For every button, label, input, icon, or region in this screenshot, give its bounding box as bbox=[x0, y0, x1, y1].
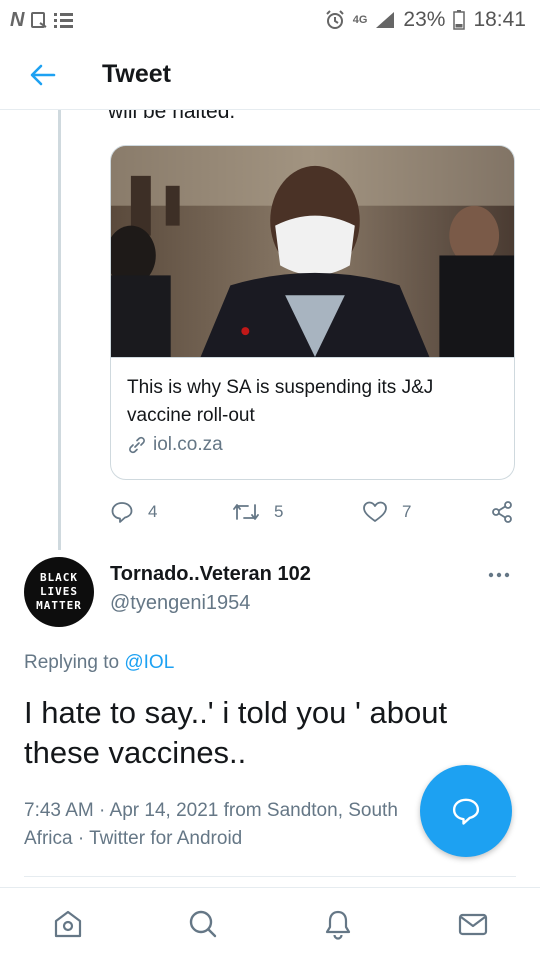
article-image bbox=[111, 146, 514, 358]
like-button[interactable]: 7 bbox=[362, 500, 411, 524]
reply-mention-link[interactable]: @IOL bbox=[124, 652, 174, 673]
divider bbox=[24, 876, 516, 877]
more-horizontal-icon bbox=[488, 572, 510, 578]
search-icon bbox=[189, 910, 216, 938]
reply-button[interactable]: 4 bbox=[110, 500, 157, 524]
signal-icon bbox=[376, 12, 395, 28]
share-button[interactable] bbox=[490, 500, 514, 524]
list-notification-icon bbox=[54, 13, 74, 28]
netflix-notification-icon: N bbox=[10, 8, 25, 31]
like-count: 7 bbox=[402, 502, 412, 521]
compose-reply-fab[interactable] bbox=[420, 765, 512, 857]
tweet-text: I hate to say..' i told you ' about thes… bbox=[24, 695, 448, 770]
home-icon bbox=[54, 910, 81, 938]
tweet-metadata: 7:43 AM · Apr 14, 2021 from Sandton, Sou… bbox=[24, 800, 398, 849]
retweet-icon bbox=[233, 504, 259, 520]
display-name[interactable]: Tornado..Veteran 102 bbox=[110, 563, 311, 586]
link-preview-card[interactable]: This is why SA is suspending its J&J vac… bbox=[110, 145, 515, 480]
clock: 18:41 bbox=[473, 8, 526, 31]
network-type: 4G bbox=[352, 14, 368, 26]
nav-home[interactable] bbox=[33, 894, 103, 954]
link-icon bbox=[129, 436, 145, 454]
bell-icon bbox=[325, 910, 350, 940]
article-domain-row: iol.co.za bbox=[111, 430, 514, 460]
reply-bubble-icon bbox=[452, 798, 480, 825]
battery-icon bbox=[453, 10, 466, 30]
back-button[interactable] bbox=[8, 40, 78, 110]
retweet-count: 5 bbox=[274, 502, 284, 521]
status-right: 4G 23% 18:41 bbox=[325, 8, 526, 32]
reply-count: 4 bbox=[148, 502, 158, 521]
user-handle[interactable]: @tyengeni1954 bbox=[110, 592, 250, 615]
app-header: Tweet bbox=[0, 40, 540, 110]
battery-percent: 23% bbox=[403, 8, 446, 31]
nav-notifications[interactable] bbox=[303, 894, 373, 954]
replying-to: Replying to @IOL bbox=[24, 652, 175, 673]
status-bar: N 4G 23% 18:41 bbox=[0, 0, 540, 40]
heart-icon bbox=[363, 501, 387, 522]
mail-icon bbox=[458, 913, 487, 936]
avatar[interactable]: BLACK LIVES MATTER bbox=[24, 557, 94, 627]
nav-search[interactable] bbox=[168, 894, 238, 954]
arrow-left-icon bbox=[30, 64, 56, 85]
nav-messages[interactable] bbox=[438, 894, 508, 954]
retweet-button[interactable]: 5 bbox=[232, 501, 283, 523]
more-options-button[interactable] bbox=[488, 563, 510, 584]
article-domain: iol.co.za bbox=[153, 434, 223, 455]
tweet-actions: 4 5 7 bbox=[110, 494, 520, 530]
reply-icon bbox=[111, 502, 133, 523]
bottom-navigation bbox=[0, 887, 540, 960]
download-notification-icon bbox=[31, 12, 48, 28]
alarm-icon bbox=[326, 10, 344, 29]
article-title: This is why SA is suspending its J&J vac… bbox=[127, 377, 434, 426]
share-icon bbox=[492, 501, 512, 523]
thread-connector-line bbox=[58, 110, 61, 550]
status-left: N bbox=[10, 9, 74, 32]
page-title: Tweet bbox=[102, 60, 171, 88]
